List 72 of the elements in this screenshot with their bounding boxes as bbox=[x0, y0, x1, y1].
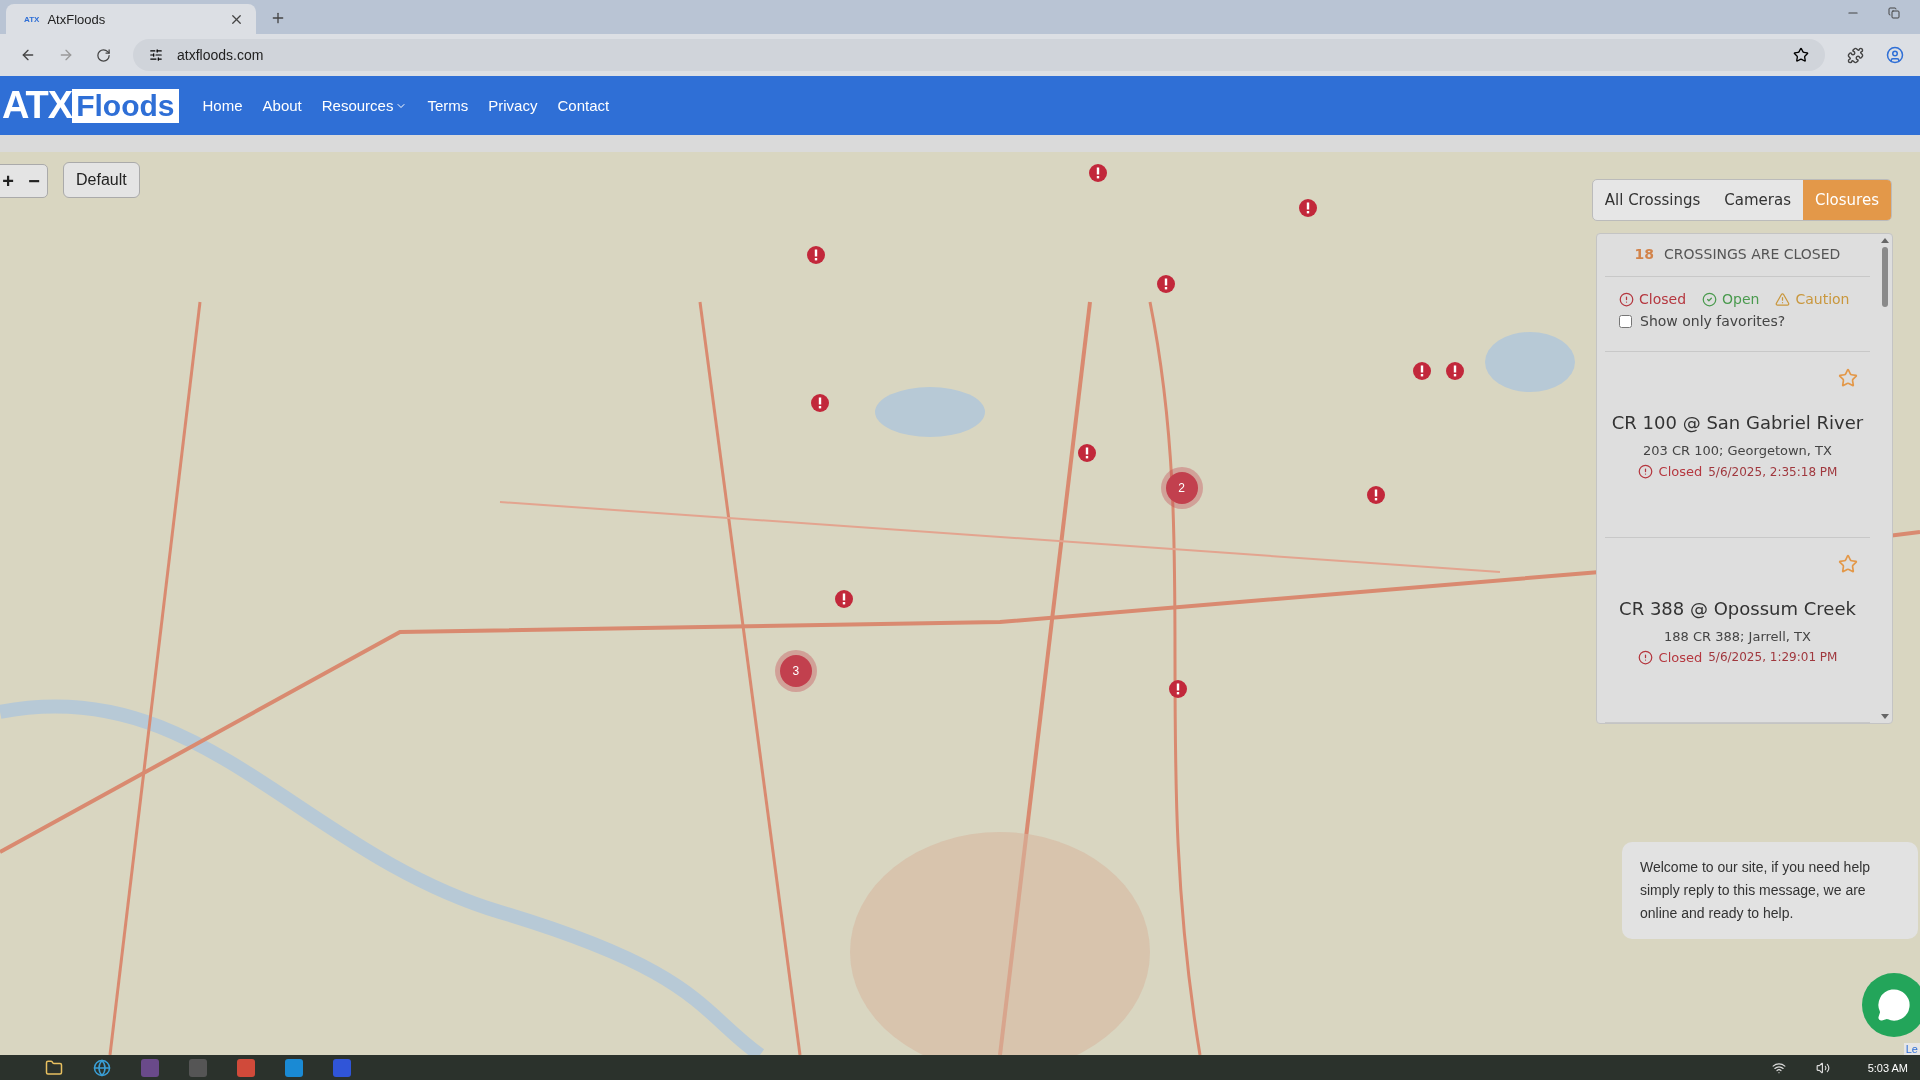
alert-circle-icon bbox=[1619, 291, 1634, 307]
alert-pin-icon[interactable] bbox=[834, 589, 853, 608]
view-tab[interactable]: All Crossings bbox=[1592, 180, 1713, 220]
network-icon[interactable] bbox=[1771, 1060, 1786, 1075]
volume-icon[interactable] bbox=[1815, 1060, 1830, 1075]
reload-button[interactable] bbox=[96, 47, 111, 63]
extensions-button[interactable] bbox=[1847, 46, 1864, 64]
browser-tab[interactable]: ATX AtxFloods bbox=[6, 4, 256, 34]
alert-pin-icon[interactable] bbox=[1412, 362, 1431, 380]
alert-pin-icon[interactable] bbox=[811, 393, 830, 412]
alert-circle-icon bbox=[1637, 649, 1653, 665]
alert-pin-icon[interactable] bbox=[1298, 199, 1317, 218]
crossing-name: CR 100 @ San Gabriel River bbox=[1611, 412, 1864, 433]
alert-pin-icon[interactable] bbox=[1089, 163, 1108, 182]
favorites-filter[interactable]: Show only favorites? bbox=[1605, 313, 1870, 352]
new-tab-button[interactable] bbox=[270, 10, 286, 26]
bookmark-star-icon[interactable] bbox=[1793, 47, 1809, 63]
alert-pin-icon[interactable] bbox=[1078, 444, 1097, 462]
favorites-checkbox[interactable] bbox=[1619, 314, 1632, 328]
browser-icon[interactable] bbox=[93, 1058, 111, 1077]
nav-link[interactable]: About bbox=[262, 97, 302, 114]
alert-pin-icon[interactable] bbox=[1445, 362, 1464, 380]
crossing-address: 188 CR 388; Jarrell, TX bbox=[1664, 628, 1811, 644]
view-tab[interactable]: Cameras bbox=[1712, 180, 1803, 220]
nav-link[interactable]: Privacy bbox=[488, 97, 538, 114]
chat-message: Welcome to our site, if you need help simply reply to this message, we are online and ready to help. bbox=[1622, 842, 1918, 939]
legend-item: Caution bbox=[1775, 291, 1850, 307]
zoom-in-button[interactable]: + bbox=[0, 165, 21, 197]
panel-heading: CROSSINGS ARE CLOSED bbox=[1664, 246, 1841, 262]
alert-pin-icon[interactable] bbox=[806, 245, 825, 264]
closed-count: 18 bbox=[1634, 246, 1655, 262]
nav-link[interactable]: Contact bbox=[557, 97, 610, 114]
warning-triangle-icon bbox=[1775, 291, 1791, 307]
default-view-button[interactable]: Default bbox=[63, 162, 140, 198]
crossing-time: 5/6/2025, 2:35:18 PM bbox=[1708, 464, 1838, 479]
alert-pin-icon[interactable] bbox=[1367, 485, 1386, 504]
favorites-label: Show only favorites? bbox=[1640, 313, 1786, 329]
alert-pin-icon[interactable] bbox=[1168, 680, 1187, 699]
taskbar-clock[interactable]: 5:03 AM bbox=[1867, 1061, 1908, 1074]
nav-link[interactable]: Terms bbox=[427, 97, 469, 114]
chat-bubble-icon bbox=[1877, 988, 1911, 1022]
check-circle-icon bbox=[1702, 291, 1718, 307]
back-button[interactable] bbox=[20, 47, 36, 63]
tab-title: AtxFloods bbox=[47, 11, 107, 27]
crossing-card[interactable]: CR 388 @ Opossum Creek 188 CR 388; Jarrell, TX Closed 5/6/2025, 1:29:01 PM bbox=[1605, 537, 1870, 723]
address-bar[interactable]: atxfloods.com bbox=[133, 39, 1825, 71]
crossing-status: Closed bbox=[1658, 464, 1703, 479]
tab-favicon: ATX bbox=[24, 14, 40, 24]
folder-icon[interactable] bbox=[45, 1058, 63, 1077]
alert-circle-icon bbox=[1637, 464, 1653, 479]
zoom-out-button[interactable]: − bbox=[21, 165, 47, 197]
favorite-star-button[interactable] bbox=[1838, 368, 1858, 388]
crossing-status: Closed bbox=[1658, 649, 1703, 665]
nav-link[interactable]: Resources bbox=[321, 97, 408, 114]
profile-button[interactable] bbox=[1886, 46, 1904, 64]
restore-icon bbox=[1888, 7, 1900, 19]
taskbar-app-icon[interactable] bbox=[237, 1058, 255, 1077]
legend-item: Open bbox=[1702, 291, 1760, 307]
legend-item: Closed bbox=[1619, 291, 1687, 307]
url-text: atxfloods.com bbox=[177, 47, 265, 63]
logo-text[interactable]: ATX bbox=[2, 84, 73, 127]
alert-pin-icon[interactable] bbox=[1156, 275, 1175, 294]
crossing-card[interactable]: CR 100 @ San Gabriel River 203 CR 100; Georgetown, TX Closed 5/6/2025, 2:35:18 PM bbox=[1605, 352, 1870, 538]
crossing-name: CR 388 @ Opossum Creek bbox=[1619, 597, 1856, 619]
taskbar-app-icon[interactable] bbox=[285, 1058, 303, 1077]
nav-link[interactable]: Home bbox=[202, 97, 243, 114]
logo-badge[interactable]: Floods bbox=[72, 88, 179, 123]
favorite-star-button[interactable] bbox=[1838, 553, 1858, 574]
crossing-address: 203 CR 100; Georgetown, TX bbox=[1643, 443, 1832, 458]
site-settings-icon[interactable] bbox=[149, 48, 163, 62]
restore-button[interactable] bbox=[1888, 7, 1900, 19]
crossing-time: 5/6/2025, 1:29:01 PM bbox=[1708, 650, 1838, 664]
